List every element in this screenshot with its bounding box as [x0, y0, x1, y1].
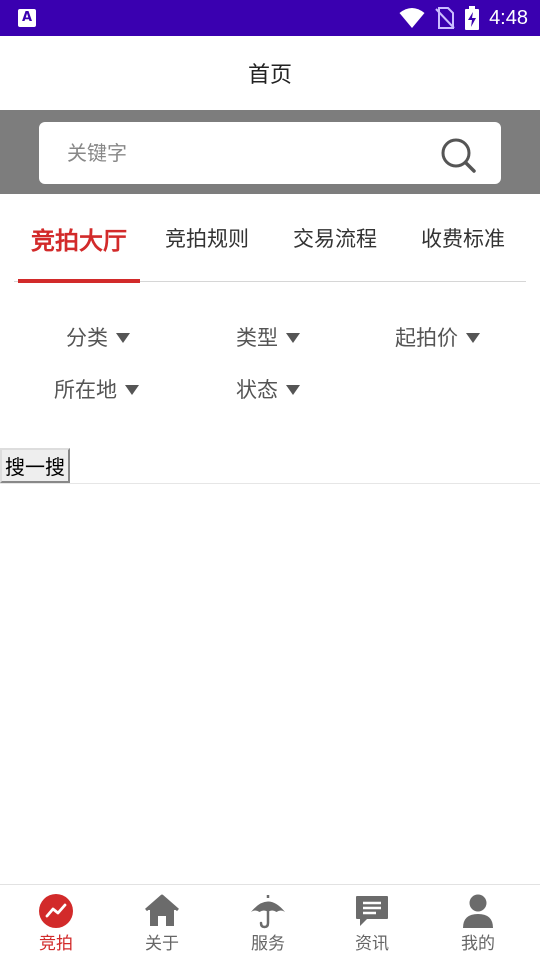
- nav-item-auction[interactable]: 竞拍: [2, 885, 110, 960]
- status-bar: A 4:48: [0, 0, 540, 36]
- nav-label-mine: 我的: [461, 934, 495, 954]
- nav-label-news: 资讯: [355, 934, 389, 954]
- message-icon: [356, 896, 388, 926]
- tab-bar: 竞拍大厅 竞拍规则 交易流程 收费标准: [14, 194, 526, 283]
- search-button[interactable]: 搜一搜: [0, 448, 70, 483]
- nav-item-about[interactable]: 关于: [108, 885, 216, 960]
- filter-location-label: 所在地: [54, 378, 117, 402]
- filter-type[interactable]: 类型: [236, 322, 300, 352]
- nav-item-service[interactable]: 服务: [214, 885, 322, 960]
- no-sim-icon: [435, 7, 455, 29]
- status-icons: 4:48: [399, 0, 528, 36]
- wifi-icon: [399, 8, 425, 28]
- page-title: 首页: [247, 63, 292, 88]
- app-header: 首页: [0, 36, 540, 110]
- caret-down-icon: [125, 385, 139, 395]
- battery-charging-icon: [465, 6, 480, 30]
- home-icon: [145, 894, 179, 926]
- filter-start-price-label: 起拍价: [395, 326, 458, 350]
- bottom-nav: 竞拍 关于 服务 资讯 我的: [0, 884, 540, 960]
- tab-auction-hall[interactable]: 竞拍大厅: [18, 194, 140, 283]
- tab-auction-rules[interactable]: 竞拍规则: [148, 194, 266, 282]
- umbrella-icon: [251, 895, 285, 929]
- trend-icon: [39, 894, 73, 928]
- search-box: [39, 122, 501, 184]
- tab-fee-standard[interactable]: 收费标准: [404, 194, 522, 282]
- caret-down-icon: [116, 333, 130, 343]
- nav-label-about: 关于: [145, 934, 179, 954]
- caret-down-icon: [286, 385, 300, 395]
- filter-category[interactable]: 分类: [66, 322, 130, 352]
- divider: [0, 483, 540, 484]
- tab-trade-process[interactable]: 交易流程: [276, 194, 394, 282]
- user-icon: [463, 894, 493, 928]
- clock: 4:48: [489, 6, 528, 29]
- nav-item-news[interactable]: 资讯: [318, 885, 426, 960]
- filter-status-label: 状态: [236, 378, 278, 402]
- filter-category-label: 分类: [66, 326, 108, 350]
- search-input[interactable]: [67, 136, 427, 170]
- nav-label-service: 服务: [251, 934, 285, 954]
- search-icon[interactable]: [439, 136, 477, 174]
- filter-status[interactable]: 状态: [236, 374, 300, 404]
- nav-label-auction: 竞拍: [39, 934, 73, 954]
- filter-start-price[interactable]: 起拍价: [395, 322, 480, 352]
- nav-item-mine[interactable]: 我的: [424, 885, 532, 960]
- app-notification-icon: A: [18, 9, 36, 27]
- search-band: [0, 110, 540, 194]
- caret-down-icon: [466, 333, 480, 343]
- caret-down-icon: [286, 333, 300, 343]
- filter-type-label: 类型: [236, 326, 278, 350]
- filter-location[interactable]: 所在地: [54, 374, 139, 404]
